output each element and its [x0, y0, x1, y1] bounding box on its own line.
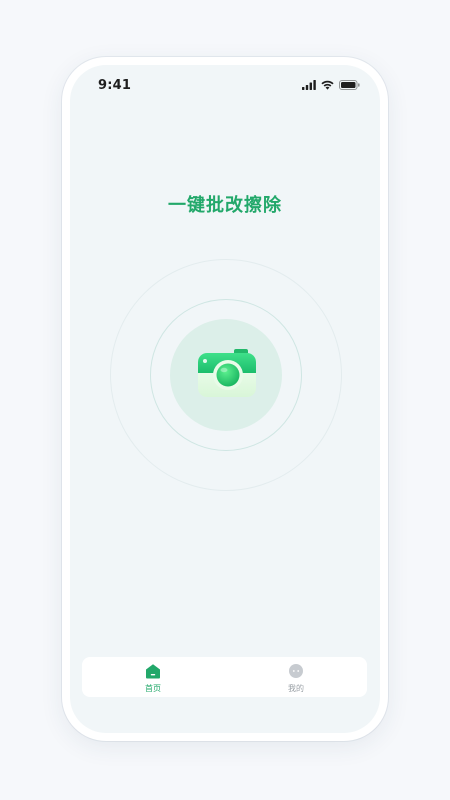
- tab-profile[interactable]: 我的: [225, 657, 367, 697]
- battery-icon: [339, 80, 360, 90]
- home-icon: [146, 664, 160, 679]
- camera-icon: [198, 349, 256, 397]
- bottom-tab-bar: 首页 我的: [82, 657, 367, 697]
- page-title: 一键批改擦除: [168, 195, 282, 216]
- camera-button[interactable]: [196, 345, 258, 401]
- signal-icon: [302, 80, 316, 90]
- status-icons: [302, 79, 360, 91]
- phone-frame: 9:41 一键批改擦除 首页 我的: [62, 57, 388, 741]
- tab-home-label: 首页: [145, 684, 161, 693]
- status-time: 9:41: [98, 78, 132, 93]
- tab-profile-label: 我的: [288, 684, 304, 693]
- status-bar: 9:41: [70, 65, 380, 105]
- tab-home[interactable]: 首页: [82, 657, 224, 697]
- wifi-icon: [321, 80, 334, 90]
- camera-rings: [110, 259, 342, 491]
- app-screen: 9:41 一键批改擦除 首页 我的: [70, 65, 380, 733]
- profile-icon: [289, 664, 303, 678]
